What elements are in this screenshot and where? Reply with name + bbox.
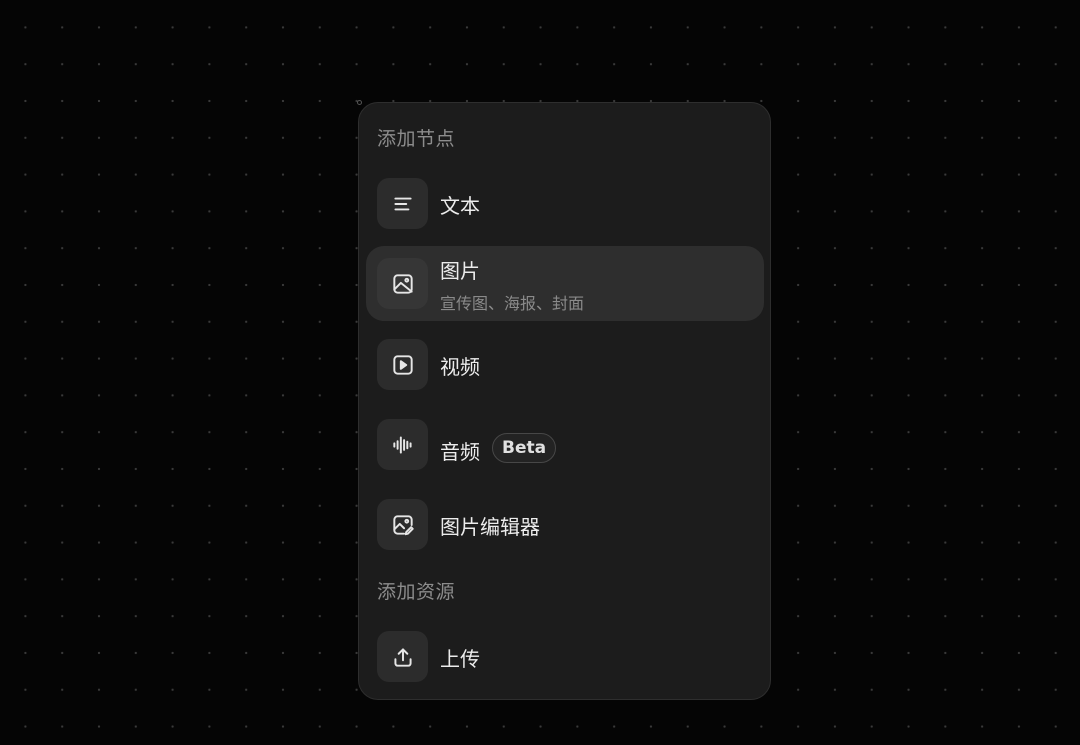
menu-item-image-editor[interactable]: 图片编辑器 <box>366 496 764 554</box>
menu-item-video[interactable]: 视频 <box>366 336 764 394</box>
play-square-icon <box>377 339 428 390</box>
menu-item-text[interactable]: 文本 <box>366 175 764 233</box>
menu-item-label: 图片 <box>440 259 480 283</box>
menu-item-upload[interactable]: 上传 <box>366 628 764 686</box>
menu-item-audio[interactable]: 音频 Beta <box>366 416 764 474</box>
upload-icon <box>377 631 428 682</box>
menu-item-label: 文本 <box>440 194 480 218</box>
canvas-anchor-dot <box>357 100 362 105</box>
menu-item-label: 图片编辑器 <box>440 515 540 539</box>
waveform-icon <box>377 419 428 470</box>
section-title-add-node: 添加节点 <box>377 128 456 150</box>
beta-badge: Beta <box>492 433 557 463</box>
menu-item-label: 视频 <box>440 355 480 379</box>
image-edit-icon <box>377 499 428 550</box>
image-icon <box>377 258 428 309</box>
menu-item-description: 宣传图、海报、封面 <box>440 294 585 313</box>
section-title-add-asset: 添加资源 <box>377 581 456 603</box>
menu-item-label: 上传 <box>440 647 480 671</box>
align-left-icon <box>377 178 428 229</box>
add-node-menu: 添加节点 文本 图片 宣传图、海报、封面 视频 音频 Beta 图片编辑器 添加… <box>358 102 771 700</box>
menu-item-image[interactable]: 图片 宣传图、海报、封面 <box>366 246 764 321</box>
menu-item-label: 音频 <box>440 440 480 464</box>
